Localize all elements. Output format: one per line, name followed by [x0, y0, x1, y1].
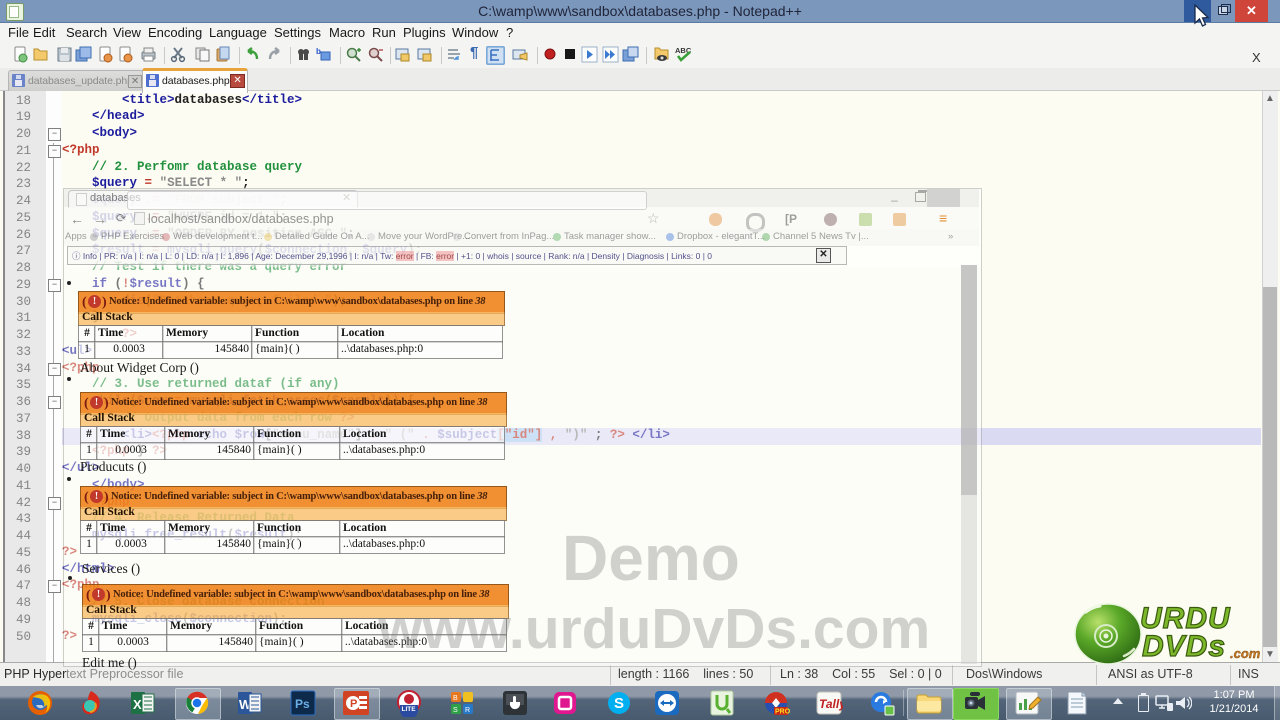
- svg-text:S: S: [453, 707, 458, 714]
- svg-text:PRO: PRO: [775, 709, 790, 716]
- svg-text:LITE: LITE: [402, 706, 417, 713]
- svg-text:DVDs: DVDs: [1142, 630, 1226, 663]
- svg-text:Tally: Tally: [819, 697, 843, 711]
- svg-text:b: b: [316, 47, 321, 56]
- svg-text:Ps: Ps: [295, 697, 310, 711]
- svg-text:.com: .com: [1230, 646, 1261, 661]
- svg-text:X: X: [133, 697, 142, 712]
- svg-text:R: R: [465, 707, 470, 714]
- svg-text:P: P: [350, 698, 357, 710]
- svg-text:B: B: [453, 695, 458, 702]
- svg-text:S: S: [614, 695, 624, 712]
